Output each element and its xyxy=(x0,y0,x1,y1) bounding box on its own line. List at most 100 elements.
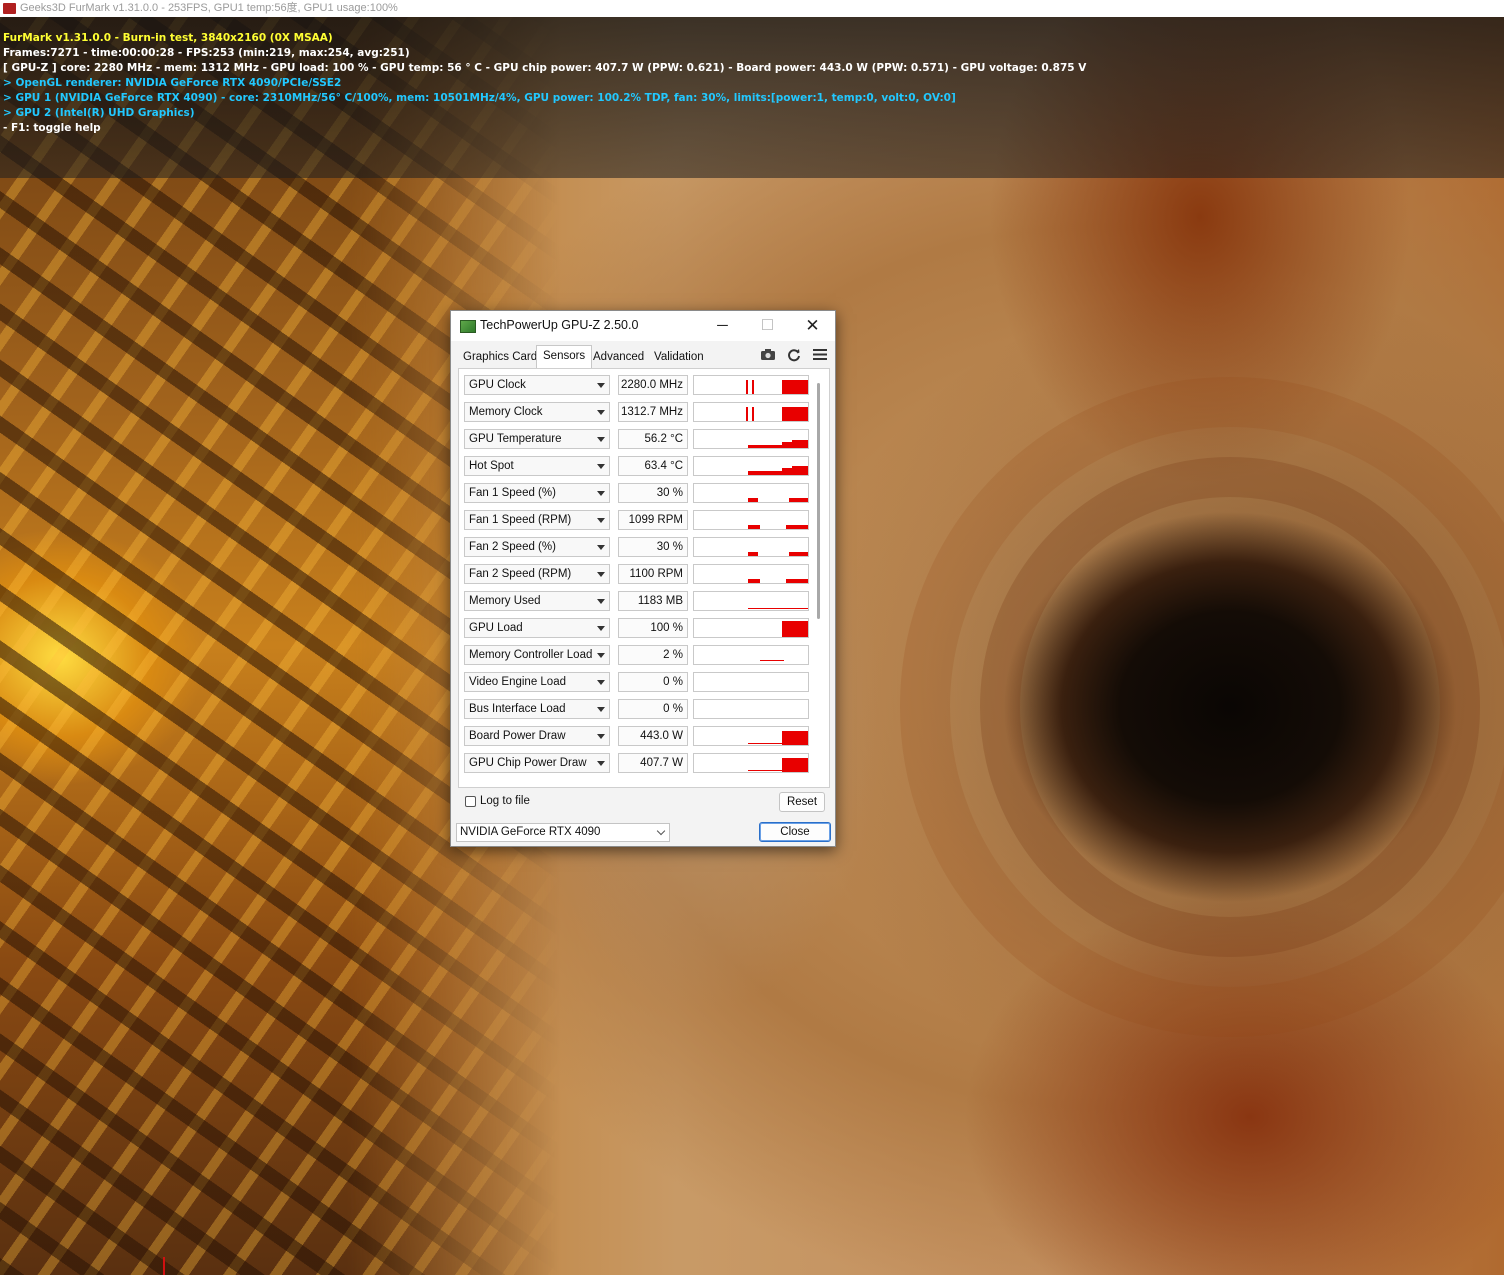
sensor-name-dropdown[interactable]: Fan 2 Speed (%) xyxy=(464,537,610,557)
gpuz-app-icon xyxy=(460,320,476,333)
minimize-button[interactable]: ─ xyxy=(700,311,745,341)
sensor-row: GPU Temperature 56.2 °C xyxy=(464,429,809,451)
render-artifact-line xyxy=(163,1257,165,1275)
sensor-graph-bar xyxy=(748,743,782,744)
sensor-name-dropdown[interactable]: Video Engine Load xyxy=(464,672,610,692)
dropdown-arrow-icon xyxy=(597,734,605,739)
log-to-file-checkbox[interactable] xyxy=(465,796,476,807)
sensor-value: 1312.7 MHz xyxy=(618,402,688,422)
sensor-value: 100 % xyxy=(618,618,688,638)
sensor-graph-bar xyxy=(748,770,782,771)
dropdown-arrow-icon xyxy=(597,653,605,658)
dropdown-arrow-icon xyxy=(597,383,605,388)
sensor-value: 1099 RPM xyxy=(618,510,688,530)
close-button[interactable]: Close xyxy=(759,822,831,842)
sensor-graph xyxy=(693,618,809,638)
sensor-graph-bar xyxy=(782,442,792,448)
sensor-name-dropdown[interactable]: GPU Clock xyxy=(464,375,610,395)
sensor-name-dropdown[interactable]: GPU Load xyxy=(464,618,610,638)
gpu-select-dropdown[interactable]: NVIDIA GeForce RTX 4090 xyxy=(456,823,670,842)
sensor-value: 0 % xyxy=(618,672,688,692)
sensor-graph xyxy=(693,537,809,557)
menu-icon[interactable] xyxy=(812,348,828,362)
sensor-name-dropdown[interactable]: Bus Interface Load xyxy=(464,699,610,719)
sensor-value: 56.2 °C xyxy=(618,429,688,449)
tab-validation[interactable]: Validation xyxy=(648,347,710,367)
furmark-app-icon xyxy=(3,3,16,14)
close-window-button[interactable]: ✕ xyxy=(790,311,835,341)
sensor-graph-bar xyxy=(782,621,808,637)
camera-icon[interactable] xyxy=(760,348,776,362)
sensor-row: Fan 2 Speed (RPM) 1100 RPM xyxy=(464,564,809,586)
sensor-graph-bar xyxy=(748,552,758,556)
sensor-name-label: Hot Spot xyxy=(469,460,514,472)
dropdown-arrow-icon xyxy=(597,707,605,712)
sensor-name-dropdown[interactable]: Fan 1 Speed (RPM) xyxy=(464,510,610,530)
dropdown-arrow-icon xyxy=(597,464,605,469)
sensor-name-label: Fan 2 Speed (RPM) xyxy=(469,568,572,580)
sensor-value: 30 % xyxy=(618,537,688,557)
sensor-name-label: Memory Used xyxy=(469,595,541,607)
log-to-file-label[interactable]: Log to file xyxy=(480,795,530,807)
sensor-graph-bar xyxy=(746,407,748,421)
sensor-graph-bar xyxy=(748,445,782,448)
dropdown-arrow-icon xyxy=(597,545,605,550)
dropdown-arrow-icon xyxy=(597,518,605,523)
sensor-graph xyxy=(693,429,809,449)
sensor-name-dropdown[interactable]: GPU Chip Power Draw xyxy=(464,753,610,773)
sensor-row: Video Engine Load 0 % xyxy=(464,672,809,694)
sensor-name-label: Memory Controller Load xyxy=(469,649,593,661)
sensor-name-dropdown[interactable]: Board Power Draw xyxy=(464,726,610,746)
sensor-name-dropdown[interactable]: Memory Used xyxy=(464,591,610,611)
sensor-value: 2280.0 MHz xyxy=(618,375,688,395)
sensor-value: 2 % xyxy=(618,645,688,665)
gpuz-window-title: TechPowerUp GPU-Z 2.50.0 xyxy=(480,318,639,332)
sensor-name-dropdown[interactable]: Memory Controller Load xyxy=(464,645,610,665)
refresh-icon[interactable] xyxy=(786,348,802,362)
sensor-name-dropdown[interactable]: Hot Spot xyxy=(464,456,610,476)
sensor-row: Memory Clock 1312.7 MHz xyxy=(464,402,809,424)
sensor-graph-bar xyxy=(782,380,808,394)
sensor-name-dropdown[interactable]: Fan 2 Speed (RPM) xyxy=(464,564,610,584)
gpu-select-value: NVIDIA GeForce RTX 4090 xyxy=(460,826,601,838)
tab-graphics-card[interactable]: Graphics Card xyxy=(457,347,543,367)
sensor-graph xyxy=(693,510,809,530)
sensors-scrollbar[interactable] xyxy=(817,383,820,619)
osd-line: > GPU 1 (NVIDIA GeForce RTX 4090) - core… xyxy=(3,92,956,104)
sensor-graph xyxy=(693,375,809,395)
osd-line: > GPU 2 (Intel(R) UHD Graphics) xyxy=(3,107,195,119)
sensor-graph-bar xyxy=(748,525,760,529)
sensor-name-dropdown[interactable]: GPU Temperature xyxy=(464,429,610,449)
sensor-row: Memory Controller Load 2 % xyxy=(464,645,809,667)
osd-line: > OpenGL renderer: NVIDIA GeForce RTX 40… xyxy=(3,77,342,89)
sensor-graph-bar xyxy=(782,468,792,475)
sensor-name-dropdown[interactable]: Fan 1 Speed (%) xyxy=(464,483,610,503)
osd-line: Frames:7271 - time:00:00:28 - FPS:253 (m… xyxy=(3,47,410,59)
sensor-value: 1100 RPM xyxy=(618,564,688,584)
sensor-name-dropdown[interactable]: Memory Clock xyxy=(464,402,610,422)
furmark-osd-overlay: FurMark v1.31.0.0 - Burn-in test, 3840x2… xyxy=(0,17,1504,178)
tab-sensors[interactable]: Sensors xyxy=(536,345,593,368)
sensor-name-label: Fan 2 Speed (%) xyxy=(469,541,556,553)
osd-line: FurMark v1.31.0.0 - Burn-in test, 3840x2… xyxy=(3,32,333,44)
maximize-button[interactable]: ☐ xyxy=(745,311,790,341)
sensor-graph xyxy=(693,645,809,665)
sensor-graph-bar xyxy=(786,525,808,529)
dropdown-arrow-icon xyxy=(597,680,605,685)
sensor-graph-bar xyxy=(746,380,748,394)
osd-line: - F1: toggle help xyxy=(3,122,101,134)
gpuz-title-bar[interactable]: TechPowerUp GPU-Z 2.50.0 ─ ☐ ✕ xyxy=(451,311,835,341)
sensor-graph-bar xyxy=(792,440,808,448)
reset-button[interactable]: Reset xyxy=(779,792,825,812)
sensor-graph-bar xyxy=(782,731,808,745)
tab-advanced[interactable]: Advanced xyxy=(587,347,650,367)
sensor-graph-bar xyxy=(782,758,808,772)
sensor-graph-bar xyxy=(748,498,758,502)
dropdown-arrow-icon xyxy=(597,572,605,577)
sensor-row: Memory Used 1183 MB xyxy=(464,591,809,613)
sensor-graph-bar xyxy=(748,608,808,609)
sensor-name-label: GPU Load xyxy=(469,622,523,634)
fur-ripple-inner xyxy=(980,457,1480,957)
sensor-value: 1183 MB xyxy=(618,591,688,611)
sensor-graph-bar xyxy=(789,552,808,556)
